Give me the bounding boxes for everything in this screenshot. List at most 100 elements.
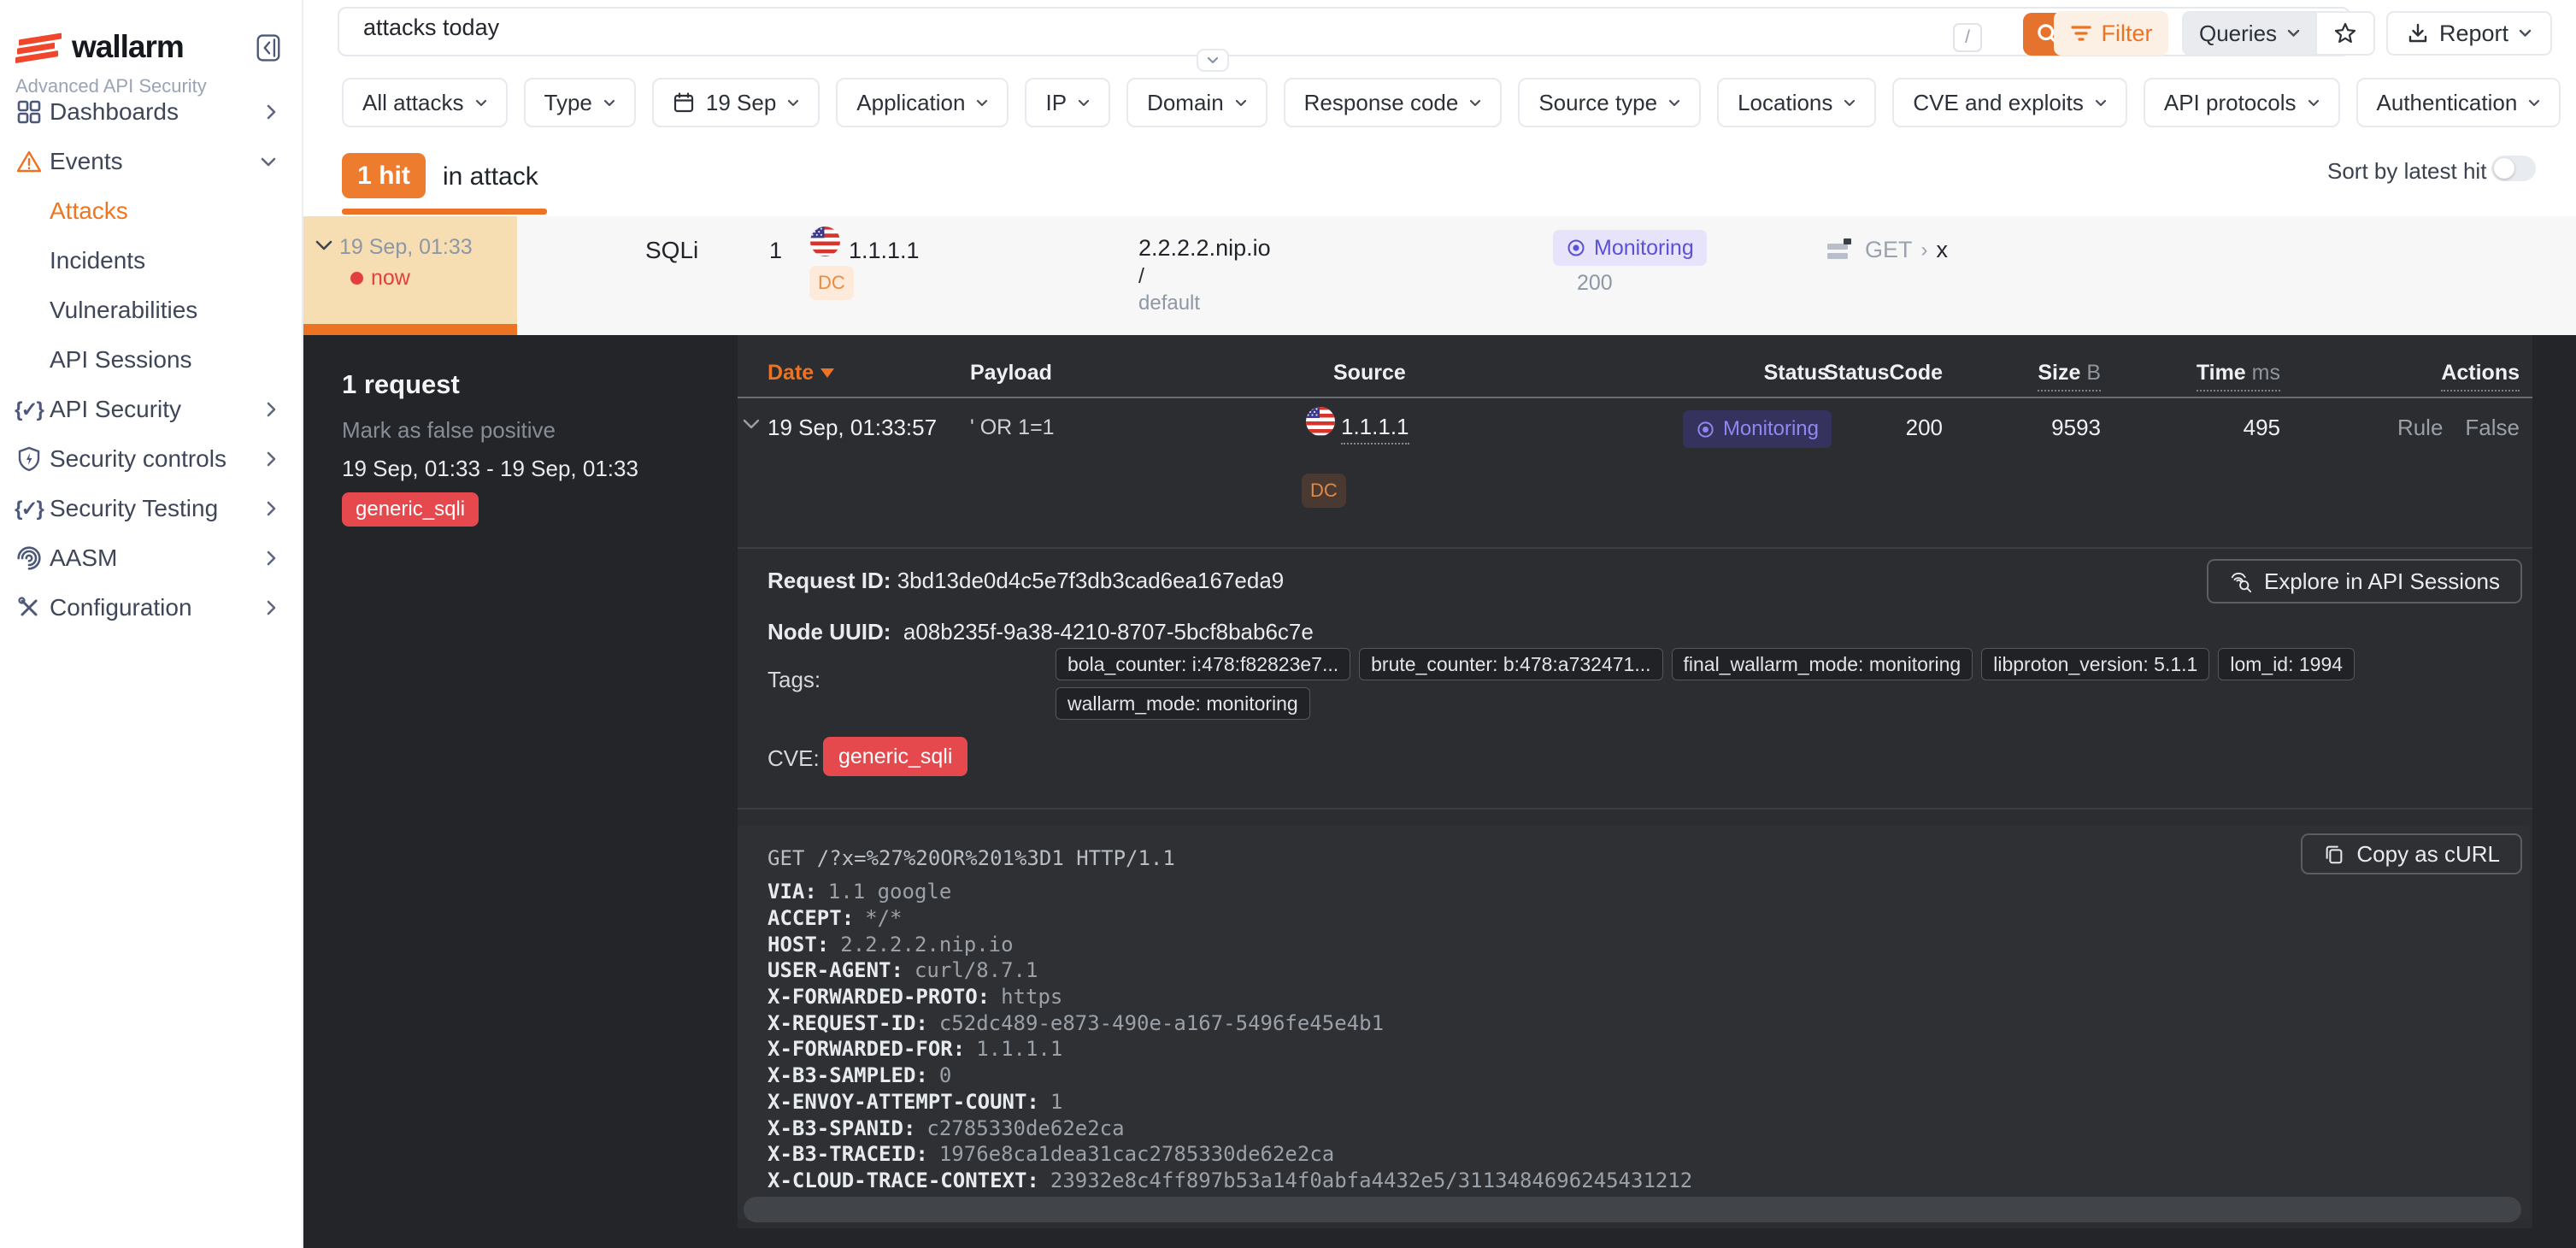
- filter-chip-all-attacks[interactable]: All attacks: [342, 78, 508, 127]
- copy-as-curl-button[interactable]: Copy as cURL: [2301, 833, 2522, 874]
- filter-chip-application[interactable]: Application: [836, 78, 1009, 127]
- horizontal-scrollbar[interactable]: [744, 1197, 2521, 1222]
- explore-api-sessions-button[interactable]: Explore in API Sessions: [2207, 559, 2522, 603]
- request-count: 1 request: [342, 369, 460, 400]
- tag-chip: final_wallarm_mode: monitoring: [1672, 648, 1973, 680]
- search-input[interactable]: [362, 14, 1903, 42]
- sidebar-item-events[interactable]: Events: [0, 137, 302, 186]
- sort-desc-icon: [820, 368, 834, 378]
- slash-shortcut-hint: /: [1953, 23, 1982, 52]
- sidebar-item-label: AASM: [50, 545, 117, 572]
- attack-date-range: 19 Sep, 01:33 - 19 Sep, 01:33: [342, 456, 638, 482]
- mark-false-positive-link[interactable]: Mark as false positive: [342, 417, 556, 444]
- chevron-down-icon: [2308, 99, 2320, 107]
- copy-icon: [2323, 843, 2345, 865]
- sidebar-item-incidents[interactable]: Incidents: [0, 236, 302, 286]
- filter-chip-ip[interactable]: IP: [1025, 78, 1110, 127]
- chip-label: All attacks: [362, 90, 464, 116]
- column-header-source: Source: [1333, 361, 1406, 386]
- chip-label: CVE and exploits: [1913, 90, 2083, 116]
- attack-endpoint[interactable]: GET › x: [1827, 237, 1948, 263]
- filter-chip-source-type[interactable]: Source type: [1518, 78, 1701, 127]
- action-false[interactable]: False: [2465, 415, 2520, 441]
- filter-chip-date[interactable]: 19 Sep: [652, 78, 820, 127]
- attack-type: SQLi: [645, 237, 698, 264]
- toggle-knob: [2494, 158, 2514, 179]
- chevron-down-icon: [1668, 99, 1680, 107]
- sort-by-latest-toggle[interactable]: [2491, 156, 2536, 181]
- filter-chip-domain[interactable]: Domain: [1126, 78, 1267, 127]
- copy-button-label: Copy as cURL: [2356, 841, 2500, 868]
- sidebar-item-security-controls[interactable]: Security controls: [0, 434, 302, 484]
- attack-recency: now: [350, 266, 410, 291]
- sidebar: wallarm Advanced API Security Dashboards…: [0, 0, 303, 1248]
- tools-icon: [15, 595, 42, 621]
- sidebar-item-configuration[interactable]: Configuration: [0, 583, 302, 633]
- sidebar-item-dashboards[interactable]: Dashboards: [0, 87, 302, 137]
- header-name: ACCEPT:: [768, 906, 854, 930]
- filter-button[interactable]: Filter: [2054, 11, 2168, 56]
- queries-label: Queries: [2199, 21, 2277, 47]
- chip-label: Domain: [1147, 90, 1224, 116]
- sidebar-item-security-testing[interactable]: {✓} Security Testing: [0, 484, 302, 533]
- download-icon: [2407, 22, 2429, 44]
- filter-chip-locations[interactable]: Locations: [1717, 78, 1876, 127]
- http-header-line: X-CLOUD-TRACE-CONTEXT:23932e8c4ff897b53a…: [768, 1168, 1692, 1194]
- node-uuid-label: Node UUID:: [768, 619, 891, 645]
- request-source-ip[interactable]: 1.1.1.1: [1341, 414, 1409, 444]
- request-actions: Rule False: [2397, 415, 2520, 441]
- action-rule[interactable]: Rule: [2397, 415, 2443, 441]
- sidebar-item-label: Attacks: [50, 197, 128, 225]
- collapse-filters-handle[interactable]: [1197, 49, 1229, 72]
- tag-chip: wallarm_mode: monitoring: [1056, 687, 1310, 720]
- request-size: 9593: [2051, 415, 2101, 441]
- filter-chip-response-code[interactable]: Response code: [1284, 78, 1503, 127]
- attack-source-ip[interactable]: 1.1.1.1: [849, 238, 920, 264]
- http-header-line: X-ENVOY-ATTEMPT-COUNT:1: [768, 1089, 1692, 1116]
- column-header-time: Time ms: [2197, 361, 2280, 391]
- header-value: 1.1 google: [828, 880, 952, 904]
- sidebar-item-vulnerabilities[interactable]: Vulnerabilities: [0, 286, 302, 335]
- filter-chip-cve[interactable]: CVE and exploits: [1892, 78, 2126, 127]
- header-value: c52dc489-e873-490e-a167-5496fe45e4b1: [939, 1011, 1384, 1035]
- column-header-date[interactable]: Date: [768, 361, 834, 386]
- sidebar-item-label: API Security: [50, 396, 181, 423]
- chevron-down-icon: [315, 240, 332, 251]
- sidebar-item-label: Configuration: [50, 594, 192, 621]
- sidebar-item-aasm[interactable]: AASM: [0, 533, 302, 583]
- wallarm-logo: wallarm: [15, 29, 184, 65]
- attack-date-cell[interactable]: 19 Sep, 01:33 now: [303, 216, 517, 335]
- section-divider: [738, 808, 2532, 809]
- report-label: Report: [2439, 21, 2508, 47]
- filter-chip-api-protocols[interactable]: API protocols: [2144, 78, 2340, 127]
- header-name: X-FORWARDED-PROTO:: [768, 985, 990, 1009]
- star-icon: [2333, 21, 2357, 45]
- chevron-down-icon: [603, 99, 615, 107]
- sidebar-item-api-security[interactable]: {✓} API Security: [0, 385, 302, 434]
- request-status-code: 200: [1906, 415, 1943, 441]
- sidebar-item-label: Security Testing: [50, 495, 218, 522]
- chevron-down-icon: [2287, 29, 2300, 38]
- sidebar-item-label: API Sessions: [50, 346, 192, 374]
- chevron-right-icon: [267, 104, 276, 120]
- attack-row[interactable]: 19 Sep, 01:33 now SQLi 1 1.1.1.1 DC 2.2.…: [303, 216, 2576, 335]
- request-id-value: 3bd13de0d4c5e7f3db3cad6ea167eda9: [897, 568, 1285, 593]
- sidebar-item-attacks[interactable]: Attacks: [0, 186, 302, 236]
- header-name: X-REQUEST-ID:: [768, 1011, 928, 1035]
- report-button[interactable]: Report: [2386, 11, 2552, 56]
- header-value: c2785330de62e2ca: [926, 1116, 1124, 1140]
- favorite-query-button[interactable]: [2315, 13, 2373, 54]
- sidebar-collapse-icon[interactable]: [256, 34, 280, 62]
- filter-chip-type[interactable]: Type: [524, 78, 636, 127]
- expand-request-chevron[interactable]: [743, 419, 760, 430]
- header-label: Time: [2197, 361, 2246, 385]
- filter-chip-authentication[interactable]: Authentication: [2356, 78, 2561, 127]
- queries-button[interactable]: Queries: [2184, 13, 2315, 54]
- header-value: 1.1.1.1: [976, 1037, 1062, 1061]
- active-tab-underline: [342, 209, 547, 215]
- status-label: Monitoring: [1723, 417, 1819, 441]
- chevron-down-icon: [261, 157, 276, 167]
- sidebar-nav: Dashboards Events Attacks Incidents Vuln…: [0, 87, 302, 633]
- wallarm-app: wallarm Advanced API Security Dashboards…: [0, 0, 2576, 1248]
- sidebar-item-api-sessions[interactable]: API Sessions: [0, 335, 302, 385]
